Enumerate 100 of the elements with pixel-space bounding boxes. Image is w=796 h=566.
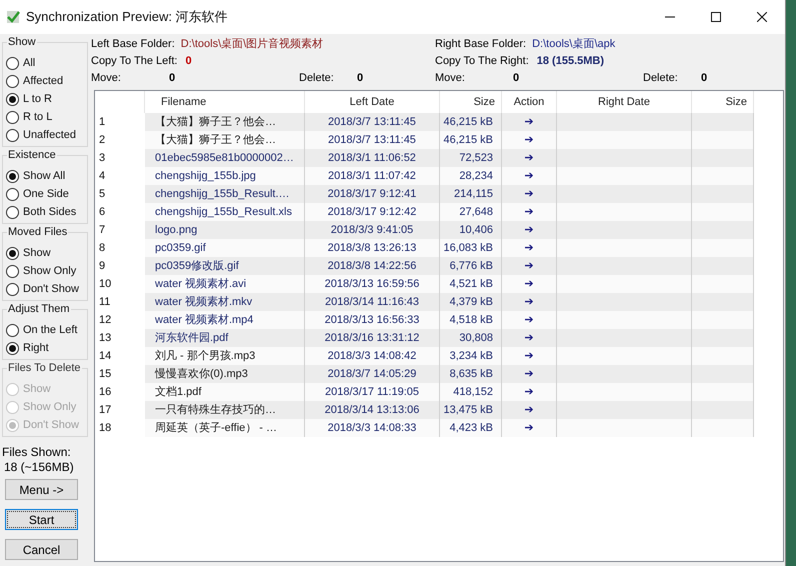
filename-cell: 文档1.pdf: [145, 383, 305, 401]
table-cell: [692, 311, 754, 329]
radio-label[interactable]: One Side: [23, 186, 69, 202]
date-cell: 2018/3/1 11:06:52: [305, 149, 440, 167]
checkmark-icon: [6, 10, 20, 24]
radio-button[interactable]: [6, 206, 19, 218]
date-cell: 2018/3/17 9:12:41: [305, 185, 440, 203]
row-number: 14: [98, 349, 112, 364]
radio-button[interactable]: [6, 342, 19, 354]
move-count: 0: [513, 71, 520, 86]
radio-label[interactable]: L to R: [23, 90, 52, 108]
radio-button[interactable]: [6, 74, 19, 88]
date-cell: 2018/3/7 13:11:45: [305, 113, 440, 131]
files-shown-value: 18 (~156MB): [4, 460, 75, 475]
table-cell: [692, 239, 754, 257]
size-cell: 46,215 kB: [440, 113, 502, 131]
date-cell: 2018/3/16 13:31:12: [305, 329, 440, 347]
radio-button[interactable]: [6, 188, 19, 200]
size-cell: 28,234: [440, 167, 502, 185]
files-shown-label: Files Shown:: [2, 445, 72, 460]
filename-cell: chengshijg_155b_Result.…: [145, 185, 305, 203]
date-cell: 2018/3/13 16:59:56: [305, 275, 440, 293]
filename-cell: water 视频素材.mkv: [145, 293, 305, 311]
size-cell: 418,152: [440, 383, 502, 401]
row-number: 7: [98, 223, 106, 238]
radio-label[interactable]: All: [23, 54, 36, 72]
size-cell: 4,521 kB: [440, 275, 502, 293]
maximize-icon: [711, 12, 721, 22]
radio-button[interactable]: [6, 128, 19, 142]
push-button[interactable]: Menu ->: [5, 479, 78, 500]
size-cell: 10,406: [440, 221, 502, 239]
filename-cell: 01ebec5985e81b0000002…: [145, 149, 305, 167]
date-cell: 2018/3/1 11:07:42: [305, 167, 440, 185]
table-cell: [692, 275, 754, 293]
filename-cell: chengshijg_155b_Result.xls: [145, 203, 305, 221]
date-cell: 2018/3/3 9:41:05: [305, 221, 440, 239]
radio-button[interactable]: [6, 92, 19, 106]
filename-cell: 【大猫】狮子王？他会…: [145, 113, 305, 131]
date-cell: 2018/3/8 13:26:13: [305, 239, 440, 257]
radio-button[interactable]: [6, 324, 19, 336]
push-button[interactable]: Cancel: [5, 539, 78, 560]
field-label: Move:: [91, 71, 122, 86]
date-cell: 2018/3/17 9:12:42: [305, 203, 440, 221]
row-number: 3: [98, 151, 106, 166]
row-number: 17: [98, 403, 112, 418]
size-cell: 3,234 kB: [440, 347, 502, 365]
push-button[interactable]: Start: [5, 509, 78, 530]
row-number: 13: [98, 331, 112, 346]
radio-button[interactable]: [6, 56, 19, 70]
radio-button[interactable]: [6, 170, 19, 182]
field-label: Delete:: [643, 71, 679, 86]
size-cell: 4,518 kB: [440, 311, 502, 329]
row-number: 1: [98, 115, 106, 130]
radio-button[interactable]: [6, 246, 19, 260]
field-label: Delete:: [299, 71, 335, 86]
radio-label[interactable]: On the Left: [23, 322, 78, 338]
copy-count: 18 (155.5MB): [536, 54, 604, 69]
radio-button[interactable]: [6, 110, 19, 124]
filename-cell: chengshijg_155b.jpg: [145, 167, 305, 185]
field-label: Right Base Folder:: [435, 37, 526, 52]
date-cell: 2018/3/3 14:08:33: [305, 419, 440, 437]
field-label: Copy To The Left:: [91, 54, 178, 69]
row-number: 5: [98, 187, 106, 202]
radio-button[interactable]: [6, 264, 19, 278]
copy-count: 0: [185, 54, 192, 69]
move-count: 0: [169, 71, 176, 86]
table-cell: [692, 419, 754, 437]
filename-cell: pc0359.gif: [145, 239, 305, 257]
size-cell: 46,215 kB: [440, 131, 502, 149]
radio-label[interactable]: Show Only: [23, 262, 76, 280]
radio-label[interactable]: Both Sides: [23, 204, 76, 220]
table-cell: [692, 149, 754, 167]
table-cell: [692, 365, 754, 383]
filename-cell: 慢慢喜欢你(0).mp3: [145, 365, 305, 383]
date-cell: 2018/3/17 11:19:05: [305, 383, 440, 401]
row-number: 9: [98, 259, 106, 274]
size-cell: 16,083 kB: [440, 239, 502, 257]
table-cell: [692, 257, 754, 275]
table-cell: [692, 221, 754, 239]
field-label: Copy To The Right:: [435, 54, 529, 69]
table-cell: [692, 383, 754, 401]
table-cell: [692, 131, 754, 149]
row-number: 18: [98, 421, 112, 436]
table-cell: [692, 401, 754, 419]
radio-button[interactable]: [6, 282, 19, 296]
date-cell: 2018/3/14 11:16:43: [305, 293, 440, 311]
date-cell: 2018/3/7 14:05:29: [305, 365, 440, 383]
size-cell: 8,635 kB: [440, 365, 502, 383]
radio-label[interactable]: Right: [23, 340, 49, 356]
date-cell: 2018/3/3 14:08:42: [305, 347, 440, 365]
folder-path: D:\tools\桌面\图片音视频素材: [180, 36, 324, 52]
filename-cell: pc0359修改版.gif: [145, 257, 305, 275]
radio-label[interactable]: R to L: [23, 108, 52, 126]
radio-label[interactable]: Unaffected: [23, 126, 76, 144]
radio-label[interactable]: Show All: [23, 168, 66, 184]
table-cell: [692, 293, 754, 311]
row-number: 12: [98, 313, 112, 328]
radio-label[interactable]: Affected: [23, 72, 64, 90]
radio-label[interactable]: Show: [23, 244, 51, 262]
radio-label[interactable]: Don't Show: [23, 280, 79, 298]
